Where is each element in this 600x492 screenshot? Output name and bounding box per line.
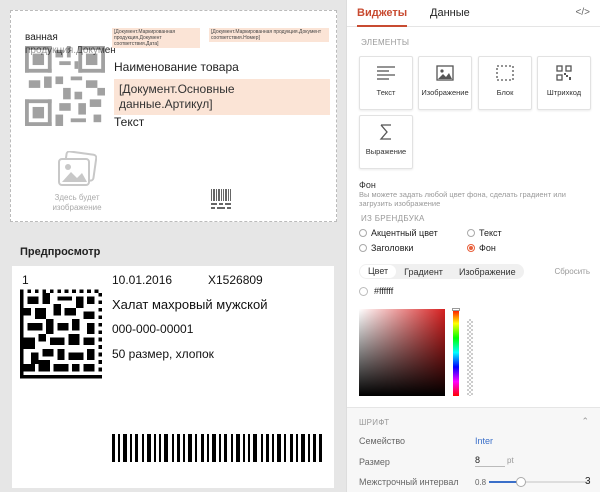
font-size-unit: pt bbox=[507, 456, 514, 465]
hex-row: #ffffff bbox=[359, 286, 393, 296]
preview-datamatrix bbox=[20, 289, 102, 379]
widget-block[interactable]: Блок bbox=[478, 56, 532, 110]
line-spacing-max: 3 bbox=[585, 476, 591, 487]
font-size-input[interactable]: 8 bbox=[475, 454, 505, 467]
widget-barcode[interactable]: Штрихкод bbox=[537, 56, 591, 110]
tab-image[interactable]: Изображение bbox=[451, 267, 524, 277]
chevron-up-icon[interactable]: ⌃ bbox=[581, 416, 589, 427]
preview-product: Халат махровый мужской bbox=[112, 297, 268, 312]
preview-article: X1526809 bbox=[208, 273, 263, 287]
alpha-slider[interactable] bbox=[467, 319, 473, 396]
hue-slider-handle[interactable] bbox=[452, 308, 460, 311]
font-family-value[interactable]: Inter bbox=[475, 436, 493, 446]
preview-size: 50 размер, хлопок bbox=[112, 347, 214, 361]
tab-widgets[interactable]: Виджеты bbox=[357, 7, 407, 19]
widget-text[interactable]: Текст bbox=[359, 56, 413, 110]
reset-button[interactable]: Сбросить bbox=[554, 267, 590, 276]
line-spacing-label: Межстрочный интервал bbox=[359, 477, 459, 487]
widget-image-label: Изображение bbox=[421, 88, 469, 97]
option-headings[interactable]: Заголовки bbox=[359, 243, 413, 253]
barcode-mini-element[interactable] bbox=[211, 189, 231, 211]
image-placeholder-text: Здесь будет изображение bbox=[52, 193, 102, 212]
color-mode-tabs: Цвет Градиент Изображение bbox=[359, 264, 524, 279]
block-dashed-icon bbox=[496, 65, 514, 81]
preview-title: Предпросмотр bbox=[20, 246, 101, 258]
image-icon bbox=[58, 151, 97, 186]
radio-background-selected[interactable] bbox=[467, 244, 475, 252]
option-headings-label: Заголовки bbox=[371, 243, 414, 253]
font-size-label: Размер bbox=[359, 457, 390, 467]
hex-value[interactable]: #ffffff bbox=[374, 286, 393, 296]
elements-section-label: ЭЛЕМЕНТЫ bbox=[361, 38, 410, 47]
background-description: Вы можете задать любой цвет фона, сделат… bbox=[359, 190, 566, 208]
background-title: Фон bbox=[359, 180, 376, 190]
radio-headings[interactable] bbox=[359, 244, 367, 252]
active-tab-indicator bbox=[357, 25, 407, 27]
tab-color[interactable]: Цвет bbox=[360, 265, 397, 278]
text-element[interactable]: Текст bbox=[114, 115, 144, 129]
option-background[interactable]: Фон bbox=[467, 243, 496, 253]
tab-data[interactable]: Данные bbox=[430, 7, 470, 19]
widget-expression[interactable]: Выражение bbox=[359, 115, 413, 169]
article-tag[interactable]: [Документ.Основные данные.Артикул] bbox=[114, 79, 330, 115]
product-name-label[interactable]: Наименование товара bbox=[114, 60, 239, 74]
brandbook-label: ИЗ БРЕНДБУКА bbox=[361, 214, 425, 223]
tab-gradient[interactable]: Градиент bbox=[396, 267, 451, 277]
preview-date: 10.01.2016 bbox=[112, 273, 173, 287]
image-icon bbox=[436, 65, 454, 81]
panel-tabs: Виджеты Данные </> bbox=[347, 0, 600, 27]
radio-text[interactable] bbox=[467, 229, 475, 237]
color-picker-area[interactable] bbox=[359, 309, 445, 396]
color-swatch[interactable] bbox=[359, 286, 368, 296]
option-accent[interactable]: Акцентный цвет bbox=[359, 228, 438, 238]
option-background-label: Фон bbox=[479, 243, 496, 253]
line-spacing-fill bbox=[489, 481, 519, 483]
widget-image[interactable]: Изображение bbox=[418, 56, 472, 110]
font-family-label: Семейство bbox=[359, 436, 406, 446]
image-placeholder[interactable]: Здесь будет изображение bbox=[47, 151, 107, 213]
preview-barcode bbox=[112, 434, 322, 462]
radio-accent[interactable] bbox=[359, 229, 367, 237]
font-section-label: ШРИФТ bbox=[359, 418, 390, 427]
sigma-icon bbox=[379, 124, 391, 140]
option-text[interactable]: Текст bbox=[467, 228, 502, 238]
widget-barcode-label: Штрихкод bbox=[546, 88, 582, 97]
code-view-icon[interactable]: </> bbox=[576, 7, 590, 18]
preview-number: 1 bbox=[22, 273, 29, 287]
doc-date-tag[interactable]: [Документ.Маркированная продукция.Докуме… bbox=[112, 28, 200, 48]
qr-code-icon bbox=[556, 65, 572, 81]
doc-number-tag[interactable]: [Документ.Маркированная продукция.Докуме… bbox=[209, 28, 329, 42]
properties-panel: Виджеты Данные </> ЭЛЕМЕНТЫ Текст Изобра… bbox=[346, 0, 600, 492]
label-editor: ванная продукция.Докумен [Документ.Марки… bbox=[0, 0, 346, 231]
preview-code: 000-000-00001 bbox=[112, 322, 194, 336]
text-align-icon bbox=[377, 66, 395, 80]
widget-block-label: Блок bbox=[496, 88, 514, 97]
widget-expression-label: Выражение bbox=[365, 147, 407, 156]
label-canvas[interactable]: ванная продукция.Докумен [Документ.Марки… bbox=[10, 10, 337, 222]
line-spacing-min: 0.8 bbox=[475, 478, 487, 487]
option-accent-label: Акцентный цвет bbox=[371, 228, 438, 238]
preview-canvas: 1 10.01.2016 X1526809 Халат махровый муж… bbox=[12, 266, 334, 488]
option-text-label: Текст bbox=[479, 228, 502, 238]
line-spacing-handle[interactable] bbox=[516, 477, 526, 487]
qr-code-element[interactable] bbox=[25, 46, 105, 126]
hue-slider[interactable] bbox=[453, 309, 459, 396]
preview-section: Предпросмотр 1 10.01.2016 X1526809 Халат… bbox=[0, 238, 346, 492]
widget-text-label: Текст bbox=[376, 88, 396, 97]
